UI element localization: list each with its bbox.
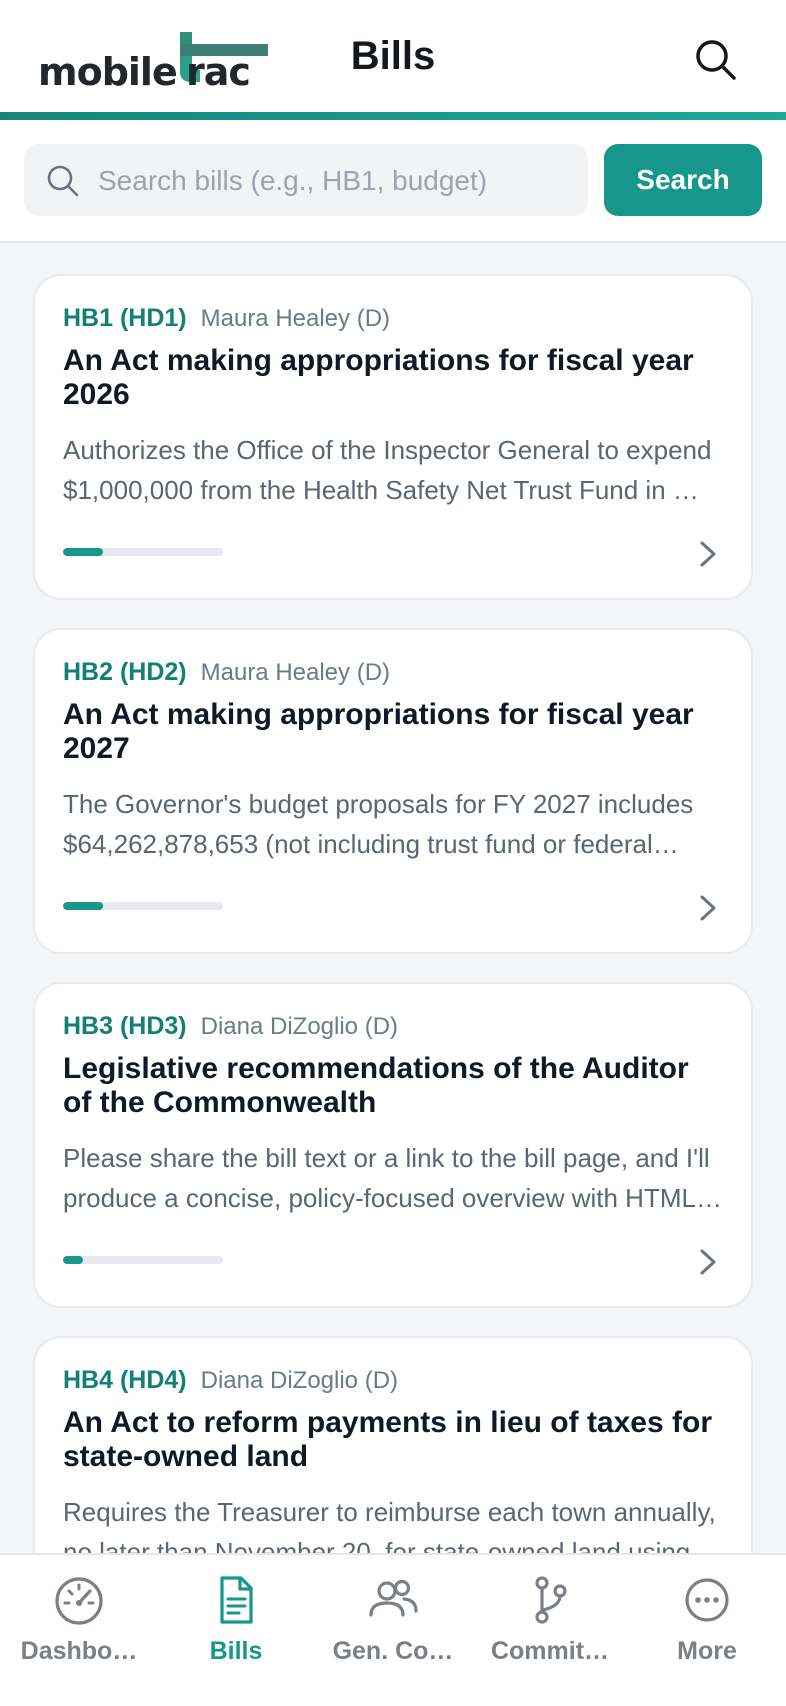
dashboard-gauge-icon bbox=[55, 1577, 103, 1625]
tab-label: Dashbo… bbox=[20, 1637, 138, 1665]
chevron-right-icon bbox=[700, 895, 716, 921]
search-icon[interactable] bbox=[694, 38, 738, 82]
search-bar: Search bbox=[0, 120, 786, 243]
search-input[interactable] bbox=[96, 144, 580, 218]
bill-progress-bar bbox=[63, 1256, 223, 1264]
bill-number: HB4 (HD4) bbox=[63, 1366, 187, 1394]
bill-meta: HB1 (HD1) Maura Healey (D) bbox=[63, 304, 390, 338]
bill-progress-bar bbox=[63, 548, 223, 556]
bill-title: An Act making appropriations for fiscal … bbox=[63, 344, 694, 411]
bill-number: HB3 (HD3) bbox=[63, 1012, 187, 1040]
bill-meta: HB4 (HD4) Diana DiZoglio (D) bbox=[63, 1366, 398, 1400]
bill-sponsor: Maura Healey (D) bbox=[200, 305, 391, 332]
bill-number: HB2 (HD2) bbox=[63, 658, 187, 686]
tab-general-court[interactable]: Gen. Co… bbox=[314, 1555, 472, 1675]
search-field[interactable] bbox=[24, 144, 588, 218]
chevron-right-icon bbox=[700, 541, 716, 567]
chevron-right-icon bbox=[700, 1249, 716, 1275]
search-icon bbox=[47, 165, 79, 197]
tab-label: Bills bbox=[209, 1637, 263, 1665]
bill-title: An Act to reform payments in lieu of tax… bbox=[63, 1406, 712, 1473]
tab-label: More bbox=[677, 1637, 737, 1665]
document-icon bbox=[220, 1576, 253, 1624]
more-dots-icon bbox=[685, 1578, 729, 1622]
bill-title: An Act making appropriations for fiscal … bbox=[63, 698, 694, 765]
tab-committees[interactable]: Commit… bbox=[471, 1555, 629, 1675]
bill-number: HB1 (HD1) bbox=[63, 304, 187, 332]
bill-card[interactable]: HB3 (HD3) Diana DiZoglio (D) Legislative … bbox=[33, 982, 753, 1308]
bill-sponsor: Diana DiZoglio (D) bbox=[200, 1367, 399, 1394]
bill-summary: Please share the bill text or a link to … bbox=[63, 1143, 722, 1213]
bill-progress-bar bbox=[63, 902, 223, 910]
page-title: Bills bbox=[350, 34, 436, 78]
bill-summary: The Governor's budget proposals for FY 2… bbox=[63, 789, 694, 859]
tab-more[interactable]: More bbox=[628, 1555, 786, 1675]
bill-sponsor: Diana DiZoglio (D) bbox=[200, 1013, 399, 1040]
tab-label: Gen. Co… bbox=[332, 1637, 454, 1665]
bill-card[interactable]: HB2 (HD2) Maura Healey (D) An Act making … bbox=[33, 628, 753, 954]
bill-progress-fill bbox=[63, 1256, 83, 1264]
search-button[interactable]: Search bbox=[604, 144, 762, 216]
branch-icon bbox=[535, 1576, 567, 1624]
header-accent-bar bbox=[0, 112, 786, 120]
bottom-tab-bar: Dashbo… Bills Gen. Co… Commit… More bbox=[0, 1553, 786, 1706]
bill-meta: HB3 (HD3) Diana DiZoglio (D) bbox=[63, 1012, 398, 1046]
bill-meta: HB2 (HD2) Maura Healey (D) bbox=[63, 658, 390, 692]
bill-progress-fill bbox=[63, 548, 103, 556]
bill-card[interactable]: HB1 (HD1) Maura Healey (D) An Act making … bbox=[33, 274, 753, 600]
tab-bills[interactable]: Bills bbox=[157, 1555, 315, 1675]
people-icon bbox=[369, 1579, 418, 1617]
bill-sponsor: Maura Healey (D) bbox=[200, 659, 391, 686]
tab-dashboard[interactable]: Dashbo… bbox=[0, 1555, 158, 1675]
tab-label: Commit… bbox=[490, 1637, 610, 1665]
app-header: mobile rac Bills bbox=[0, 0, 786, 112]
bill-progress-fill bbox=[63, 902, 103, 910]
bill-title: Legislative recommendations of the Audit… bbox=[63, 1052, 689, 1119]
bill-summary: Authorizes the Office of the Inspector G… bbox=[63, 435, 712, 505]
